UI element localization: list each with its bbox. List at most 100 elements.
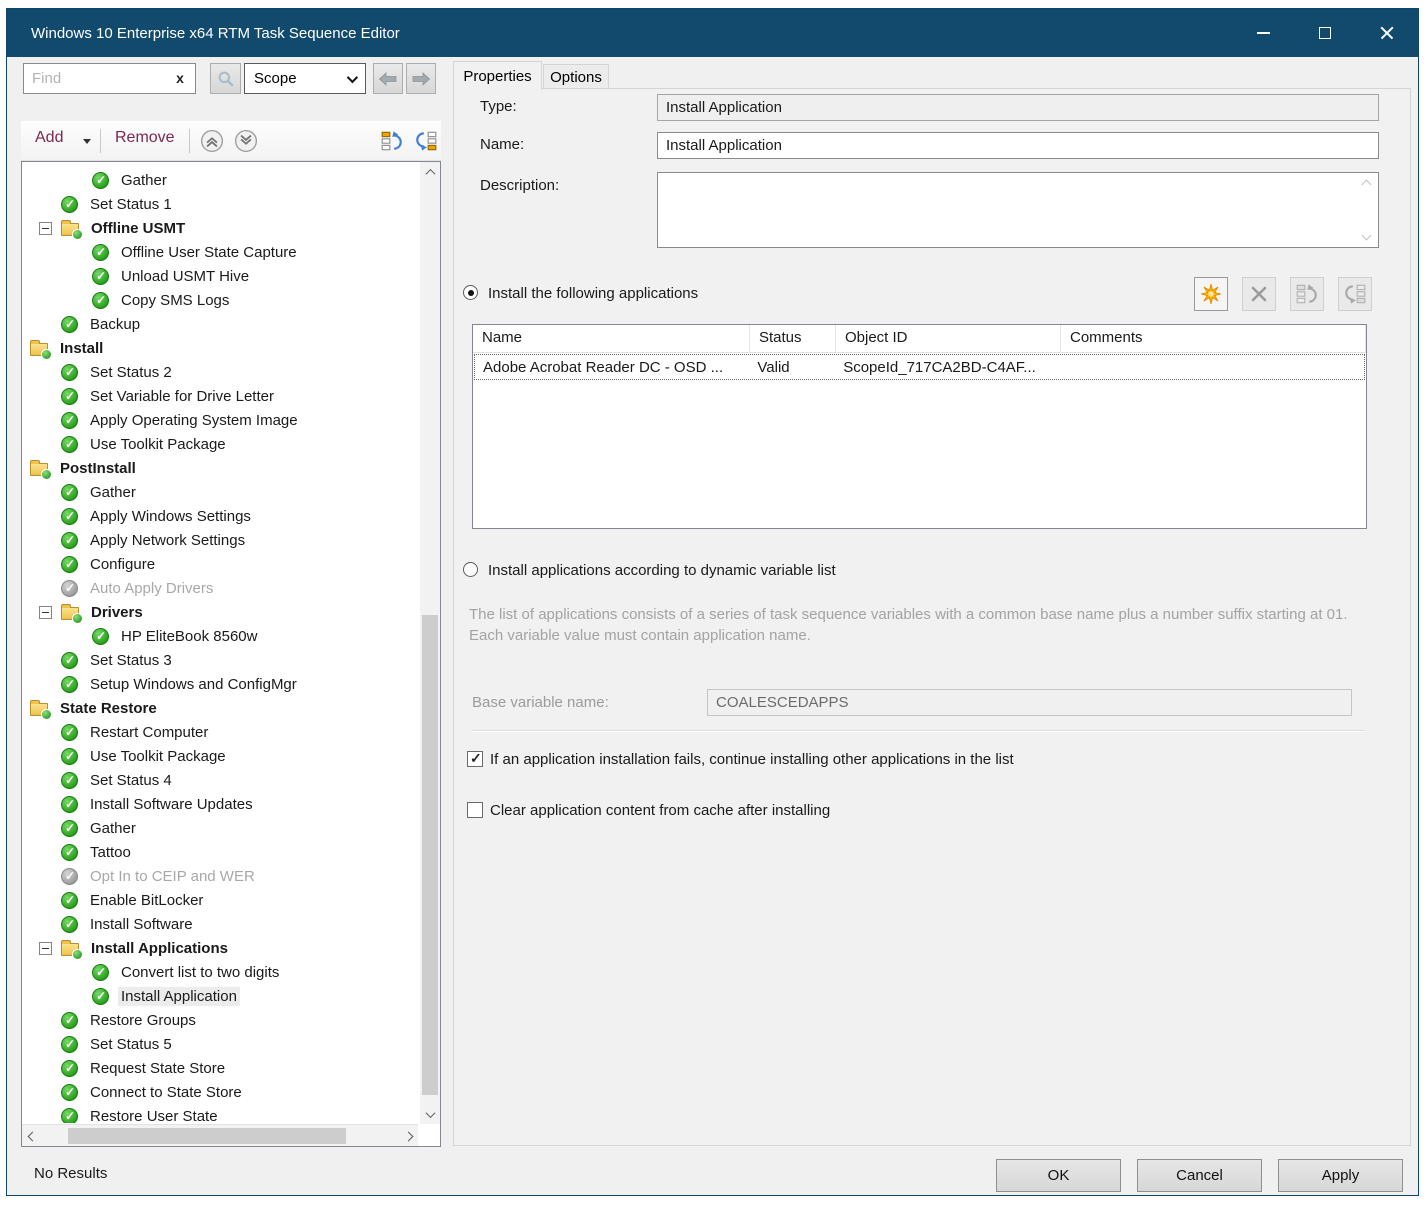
- tree-step-configure[interactable]: Configure: [22, 552, 419, 576]
- tree-step-copy-sms-logs[interactable]: Copy SMS Logs: [22, 288, 419, 312]
- tree-step-auto-apply-drivers[interactable]: Auto Apply Drivers: [22, 576, 419, 600]
- applications-table[interactable]: NameStatusObject IDComments Adobe Acroba…: [472, 324, 1367, 529]
- minimize-button[interactable]: [1232, 9, 1294, 57]
- tab-properties[interactable]: Properties: [453, 61, 542, 90]
- tree-item-label: Auto Apply Drivers: [87, 579, 216, 598]
- tree-step-gather[interactable]: Gather: [22, 816, 419, 840]
- description-field[interactable]: [657, 172, 1379, 248]
- tree-step-gather[interactable]: Gather: [22, 168, 419, 192]
- collapse-toggle-icon[interactable]: [39, 222, 52, 235]
- tree-group-install[interactable]: Install: [22, 336, 419, 360]
- horizontal-scroll-thumb[interactable]: [68, 1128, 346, 1144]
- tree-step-set-variable-for-drive-letter[interactable]: Set Variable for Drive Letter: [22, 384, 419, 408]
- scope-dropdown[interactable]: Scope: [244, 63, 366, 94]
- tree-step-set-status-2[interactable]: Set Status 2: [22, 360, 419, 384]
- scroll-left-button[interactable]: [22, 1126, 42, 1146]
- task-sequence-tree: GatherSet Status 1Offline USMTOffline Us…: [21, 161, 441, 1147]
- tree-step-request-state-store[interactable]: Request State Store: [22, 1056, 419, 1080]
- tree-step-restart-computer[interactable]: Restart Computer: [22, 720, 419, 744]
- application-row[interactable]: Adobe Acrobat Reader DC - OSD ...ValidSc…: [474, 354, 1365, 380]
- find-previous-button[interactable]: [373, 63, 403, 94]
- tree-group-postinstall[interactable]: PostInstall: [22, 456, 419, 480]
- move-step-up-button[interactable]: [379, 128, 405, 154]
- tree-horizontal-scrollbar[interactable]: [22, 1124, 418, 1146]
- column-header-comments[interactable]: Comments: [1061, 325, 1366, 352]
- type-field: Install Application: [657, 94, 1379, 121]
- check-icon: [61, 316, 78, 333]
- tree-step-restore-user-state[interactable]: Restore User State: [22, 1104, 419, 1123]
- scroll-up-button[interactable]: [420, 162, 440, 182]
- tree-step-set-status-3[interactable]: Set Status 3: [22, 648, 419, 672]
- remove-button[interactable]: Remove: [115, 129, 175, 147]
- column-header-object-id[interactable]: Object ID: [836, 325, 1061, 352]
- find-clear-button[interactable]: x: [170, 67, 190, 89]
- close-button[interactable]: [1356, 9, 1418, 57]
- scroll-down-button[interactable]: [420, 1104, 440, 1124]
- maximize-button[interactable]: [1294, 9, 1356, 57]
- scroll-down-icon[interactable]: [1363, 232, 1373, 242]
- continue-on-fail-checkbox[interactable]: [467, 751, 483, 767]
- tree-step-backup[interactable]: Backup: [22, 312, 419, 336]
- tree-step-enable-bitlocker[interactable]: Enable BitLocker: [22, 888, 419, 912]
- name-field[interactable]: [657, 132, 1379, 159]
- tree-group-install-applications[interactable]: Install Applications: [22, 936, 419, 960]
- expand-all-button[interactable]: [233, 128, 259, 154]
- tree-group-offline-usmt[interactable]: Offline USMT: [22, 216, 419, 240]
- applications-table-header: NameStatusObject IDComments: [473, 325, 1366, 353]
- delete-application-button[interactable]: [1242, 277, 1276, 311]
- tree-step-install-software[interactable]: Install Software: [22, 912, 419, 936]
- apply-button[interactable]: Apply: [1278, 1159, 1403, 1192]
- tree-step-setup-windows-and-configmgr[interactable]: Setup Windows and ConfigMgr: [22, 672, 419, 696]
- add-dropdown-caret-icon[interactable]: [83, 139, 91, 144]
- collapse-all-icon: [200, 129, 224, 153]
- install-following-apps-radio[interactable]: [463, 285, 478, 300]
- check-icon: [61, 892, 78, 909]
- tree-step-convert-list-to-two-digits[interactable]: Convert list to two digits: [22, 960, 419, 984]
- collapse-toggle-icon[interactable]: [39, 942, 52, 955]
- tree-step-install-software-updates[interactable]: Install Software Updates: [22, 792, 419, 816]
- move-application-down-button[interactable]: [1338, 277, 1372, 311]
- tree-group-drivers[interactable]: Drivers: [22, 600, 419, 624]
- tree-step-apply-windows-settings[interactable]: Apply Windows Settings: [22, 504, 419, 528]
- search-button[interactable]: [210, 63, 241, 94]
- add-button[interactable]: Add: [35, 129, 63, 147]
- tree-step-install-application[interactable]: Install Application: [22, 984, 419, 1008]
- tree-step-set-status-1[interactable]: Set Status 1: [22, 192, 419, 216]
- find-next-button[interactable]: [406, 63, 436, 94]
- tree-item-label: Install Software Updates: [87, 795, 256, 814]
- tree-step-apply-network-settings[interactable]: Apply Network Settings: [22, 528, 419, 552]
- check-icon: [61, 844, 78, 861]
- tree-step-set-status-5[interactable]: Set Status 5: [22, 1032, 419, 1056]
- scroll-up-icon[interactable]: [1363, 178, 1373, 188]
- scroll-right-button[interactable]: [398, 1126, 418, 1146]
- tree-step-restore-groups[interactable]: Restore Groups: [22, 1008, 419, 1032]
- tree-step-hp-elitebook-8560w[interactable]: HP EliteBook 8560w: [22, 624, 419, 648]
- tree-step-apply-operating-system-image[interactable]: Apply Operating System Image: [22, 408, 419, 432]
- window-title: Windows 10 Enterprise x64 RTM Task Seque…: [31, 25, 400, 42]
- tree-step-connect-to-state-store[interactable]: Connect to State Store: [22, 1080, 419, 1104]
- tree-step-use-toolkit-package[interactable]: Use Toolkit Package: [22, 432, 419, 456]
- tree-step-gather[interactable]: Gather: [22, 480, 419, 504]
- move-application-up-button[interactable]: [1290, 277, 1324, 311]
- cancel-button[interactable]: Cancel: [1137, 1159, 1262, 1192]
- tree-step-offline-user-state-capture[interactable]: Offline User State Capture: [22, 240, 419, 264]
- ok-button[interactable]: OK: [996, 1159, 1121, 1192]
- tree-step-set-status-4[interactable]: Set Status 4: [22, 768, 419, 792]
- tree-item-label: Install Applications: [88, 939, 231, 958]
- dynamic-variable-list-radio[interactable]: [463, 562, 478, 577]
- tab-options[interactable]: Options: [543, 64, 609, 90]
- tree-vertical-scrollbar[interactable]: [420, 162, 440, 1124]
- tree-step-tattoo[interactable]: Tattoo: [22, 840, 419, 864]
- tree-step-use-toolkit-package[interactable]: Use Toolkit Package: [22, 744, 419, 768]
- move-step-down-button[interactable]: [413, 128, 439, 154]
- tree-step-unload-usmt-hive[interactable]: Unload USMT Hive: [22, 264, 419, 288]
- vertical-scroll-thumb[interactable]: [422, 615, 438, 1095]
- tree-step-opt-in-to-ceip-and-wer[interactable]: Opt In to CEIP and WER: [22, 864, 419, 888]
- tree-group-state-restore[interactable]: State Restore: [22, 696, 419, 720]
- add-application-button[interactable]: [1194, 277, 1228, 311]
- collapse-all-button[interactable]: [199, 128, 225, 154]
- column-header-name[interactable]: Name: [473, 325, 750, 352]
- collapse-toggle-icon[interactable]: [39, 606, 52, 619]
- column-header-status[interactable]: Status: [750, 325, 836, 352]
- clear-cache-checkbox[interactable]: [467, 802, 483, 818]
